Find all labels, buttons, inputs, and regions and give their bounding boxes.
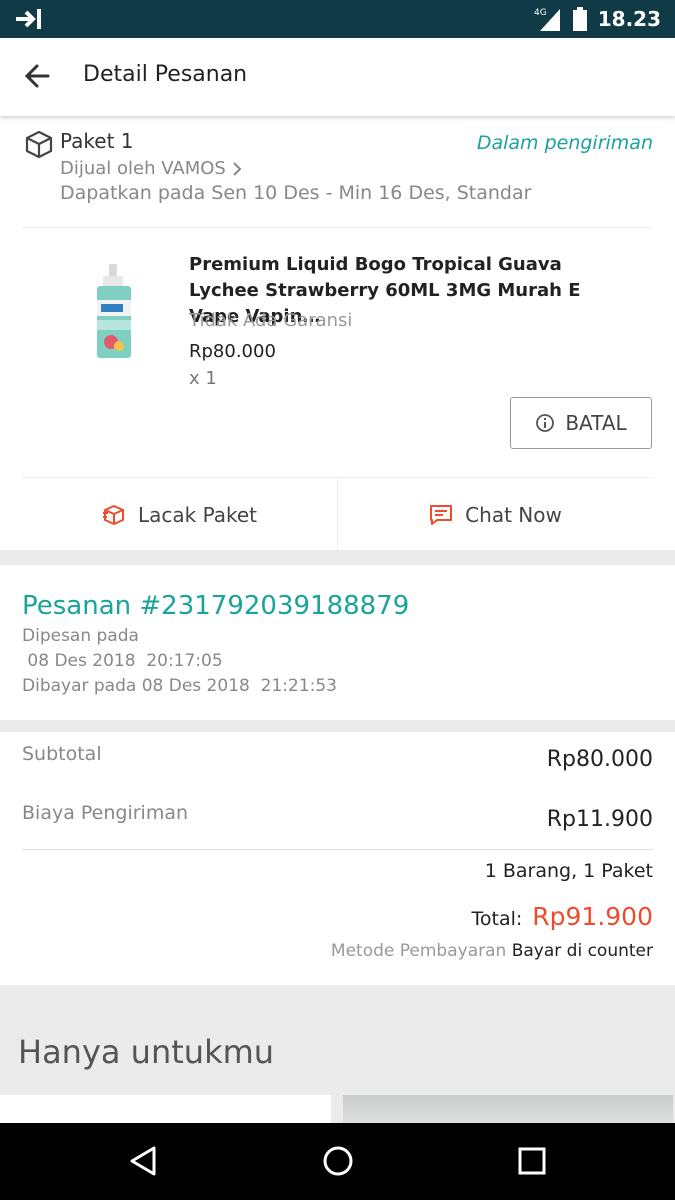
nav-recents-icon[interactable]	[512, 1141, 552, 1181]
cancel-button[interactable]: BATAL	[510, 397, 652, 449]
payment-method-value: Bayar di counter	[511, 941, 653, 961]
battery-icon	[572, 7, 587, 31]
product-warranty: Tidak Ada Garansi	[189, 310, 353, 331]
item-count: 1 Barang, 1 Paket	[484, 860, 653, 882]
ordered-at: 08 Des 2018 20:17:05	[22, 651, 223, 671]
recommendations-section: Hanya untukmu	[0, 985, 675, 1125]
recommendation-card[interactable]	[0, 1095, 331, 1125]
chevron-right-icon	[233, 161, 242, 176]
divider	[22, 227, 653, 228]
total-value: Rp91.900	[532, 902, 653, 931]
package-actions: Lacak Paket Chat Now	[22, 477, 653, 551]
delivery-estimate: Dapatkan pada Sen 10 Des - Min 16 Des, S…	[60, 182, 532, 204]
divider	[22, 849, 653, 850]
chat-now-button[interactable]: Chat Now	[337, 478, 653, 551]
total-row: Total: Rp91.900	[472, 902, 654, 931]
chat-now-label: Chat Now	[465, 502, 562, 527]
nav-back-icon[interactable]	[124, 1141, 164, 1181]
shipping-status: Dalam pengiriman	[476, 132, 653, 154]
app-bar: Detail Pesanan	[0, 38, 675, 116]
payment-method: Metode Pembayaran Bayar di counter	[331, 941, 653, 961]
back-arrow-icon[interactable]	[18, 56, 58, 96]
paid-at: Dibayar pada 08 Des 2018 21:21:53	[22, 676, 337, 696]
product-quantity: x 1	[189, 368, 217, 389]
section-gap	[0, 720, 675, 732]
ordered-label: Dipesan pada	[22, 626, 139, 646]
seller-label: Dijual oleh VAMOS	[60, 158, 226, 179]
product-image[interactable]	[85, 262, 143, 362]
track-package-label: Lacak Paket	[137, 502, 258, 527]
track-package-button[interactable]: Lacak Paket	[22, 478, 337, 551]
network-label: 4G	[534, 8, 547, 18]
cancel-label: BATAL	[565, 411, 627, 435]
order-info: Pesanan #231792039188879 Dipesan pada 08…	[0, 565, 675, 720]
order-number: Pesanan #231792039188879	[22, 591, 410, 621]
section-gap	[0, 550, 675, 565]
info-icon	[536, 414, 555, 432]
signal-icon: 4G	[534, 8, 560, 31]
page-title: Detail Pesanan	[83, 62, 248, 87]
package-box-icon	[25, 130, 53, 158]
track-package-icon	[102, 504, 124, 525]
total-label: Total:	[471, 908, 523, 930]
navigation-bar	[0, 1123, 675, 1200]
package-title: Paket 1	[60, 129, 134, 153]
seller-link[interactable]: Dijual oleh VAMOS	[60, 158, 242, 179]
shipping-label: Biaya Pengiriman	[22, 802, 189, 824]
cast-icon	[16, 9, 41, 29]
recommendations-title: Hanya untukmu	[18, 1033, 275, 1071]
clock: 18.23	[597, 7, 661, 31]
product-price: Rp80.000	[189, 341, 276, 362]
subtotal-value: Rp80.000	[546, 747, 653, 772]
package-card: Paket 1 Dalam pengiriman Dijual oleh VAM…	[0, 116, 675, 551]
chat-icon	[430, 504, 453, 525]
recommendation-card[interactable]	[343, 1095, 673, 1125]
subtotal-label: Subtotal	[22, 743, 102, 765]
payment-method-label: Metode Pembayaran	[330, 941, 507, 961]
status-icons: 4G 18.23	[534, 4, 661, 34]
payment-summary: Subtotal Rp80.000 Biaya Pengiriman Rp11.…	[0, 732, 675, 985]
nav-home-icon[interactable]	[318, 1141, 358, 1181]
shipping-value: Rp11.900	[546, 807, 653, 832]
status-bar: 4G 18.23	[0, 0, 675, 38]
